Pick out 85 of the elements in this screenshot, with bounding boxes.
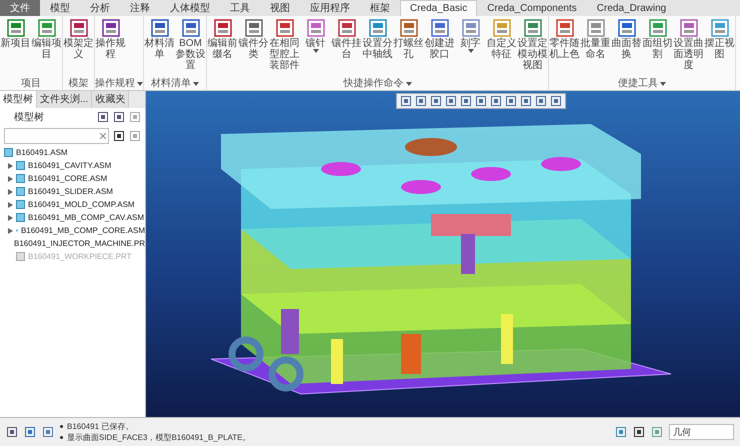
ribbon-tab[interactable]: 工具 <box>220 0 260 16</box>
caret-icon <box>406 82 412 86</box>
ribbon-tool[interactable]: 在相同型腔上装部件 <box>269 18 300 78</box>
search-field[interactable] <box>4 128 109 144</box>
ribbon-tool[interactable]: 镶件挂台 <box>331 18 362 78</box>
ribbon-tool[interactable]: 刻字 <box>455 18 486 78</box>
group-label[interactable]: 便捷工具 <box>549 78 735 90</box>
ribbon-tool[interactable]: 摆正视图 <box>704 18 735 78</box>
ribbon-tool[interactable]: 批量重命名 <box>580 18 611 78</box>
ribbon-tab[interactable]: Creda_Drawing <box>586 0 676 16</box>
ribbon-tool[interactable]: 打螺丝孔 <box>393 18 424 78</box>
ribbon-tab[interactable]: 应用程序 <box>300 0 360 16</box>
view-tool-icon[interactable] <box>460 95 472 107</box>
ribbon-tool[interactable]: 曲面替换 <box>611 18 642 78</box>
tree-item[interactable]: B160491.ASM <box>0 146 145 159</box>
expand-arrow-icon[interactable] <box>8 214 13 220</box>
tree-item[interactable]: B160491_INJECTOR_MACHINE.PR <box>0 237 145 250</box>
group-label[interactable]: 快捷操作命令 <box>207 78 548 90</box>
view-tool-icon[interactable] <box>550 95 562 107</box>
ribbon-tab[interactable]: Creda_Components <box>477 0 587 16</box>
ribbon-tool[interactable]: 操作规程 <box>95 18 126 78</box>
ribbon-tool[interactable]: 镶针 <box>300 18 331 78</box>
ribbon-tool[interactable]: 编辑前缀名 <box>207 18 238 78</box>
panel-tab[interactable]: 文件夹浏... <box>37 91 92 108</box>
view-tool-icon[interactable] <box>490 95 502 107</box>
ribbon-tab[interactable]: 模型 <box>40 0 80 16</box>
caret-icon <box>137 82 143 86</box>
view-tool-icon[interactable] <box>445 95 457 107</box>
bullet-icon <box>60 436 63 439</box>
panel-tab[interactable]: 收藏夹 <box>92 91 130 108</box>
view-tool-icon[interactable] <box>520 95 532 107</box>
expand-arrow-icon[interactable] <box>8 162 13 168</box>
ribbon-tool[interactable]: 创建进胶口 <box>424 18 455 78</box>
expand-arrow-icon[interactable] <box>8 176 13 182</box>
selection-filter-field[interactable]: 几何 <box>669 424 734 440</box>
group-label[interactable]: 操作规程 <box>95 78 143 90</box>
tree-item[interactable]: B160491_MB_COMP_CAV.ASM <box>0 211 145 224</box>
tree-item[interactable]: B160491_MOLD_COMP.ASM <box>0 198 145 211</box>
caret-icon <box>193 82 199 86</box>
view-tool-icon[interactable] <box>475 95 487 107</box>
view-tool-icon[interactable] <box>415 95 427 107</box>
group-label[interactable]: 材料清单 <box>144 78 206 90</box>
3d-viewport[interactable] <box>146 91 740 417</box>
ribbon-tab[interactable]: 分析 <box>80 0 120 16</box>
tree-title: 模型树 <box>13 110 45 124</box>
view-tool-icon[interactable] <box>430 95 442 107</box>
ribbon-tab[interactable]: 框架 <box>360 0 400 16</box>
ribbon-tab[interactable]: 人体模型 <box>160 0 220 16</box>
ribbon-tool[interactable]: 面组切割 <box>642 18 673 78</box>
tree-item[interactable]: B160491_MB_COMP_CORE.ASM <box>0 224 145 237</box>
ribbon-tool[interactable]: 设置定模动模视图 <box>517 18 548 78</box>
ribbon-tool[interactable]: BOM参数设置 <box>175 18 206 78</box>
ribbon-tool[interactable]: 新项目 <box>0 18 31 78</box>
bullet-icon <box>60 425 63 428</box>
ribbon-tool[interactable]: 模架定义 <box>63 18 94 78</box>
group-label: 模架 <box>68 78 90 90</box>
part-icon <box>16 252 25 261</box>
tree-item[interactable]: B160491_SLIDER.ASM <box>0 185 145 198</box>
ribbon-tab[interactable]: 文件 <box>0 0 40 16</box>
expand-arrow-icon[interactable] <box>8 202 13 208</box>
tree-item[interactable]: B160491_CORE.ASM <box>0 172 145 185</box>
ribbon-tool[interactable]: 设置分中轴线 <box>362 18 393 78</box>
ribbon-tab[interactable]: 注释 <box>120 0 160 16</box>
ribbon-tool[interactable]: 镶件分类 <box>238 18 269 78</box>
tree-item[interactable]: B160491_CAVITY.ASM <box>0 159 145 172</box>
view-tool-icon[interactable] <box>505 95 517 107</box>
ribbon-tab[interactable]: Creda_Basic <box>400 0 478 16</box>
group-label: 项目 <box>20 78 42 90</box>
view-tool-icon[interactable] <box>400 95 412 107</box>
ribbon-tool[interactable]: 编辑项目 <box>31 18 62 78</box>
caret-icon <box>660 82 666 86</box>
ribbon-tool[interactable]: 设置曲面透明度 <box>673 18 704 78</box>
caret-icon <box>468 49 474 53</box>
caret-icon <box>312 49 318 53</box>
ribbon-tool[interactable]: 自定义特征 <box>486 18 517 78</box>
clear-icon[interactable] <box>100 133 106 139</box>
ribbon-tab[interactable]: 视图 <box>260 0 300 16</box>
view-tool-icon[interactable] <box>535 95 547 107</box>
status-message: 显示曲面SIDE_FACE3，模型B160491_B_PLATE。 <box>67 432 250 443</box>
expand-arrow-icon[interactable] <box>8 228 13 234</box>
panel-tab[interactable]: 模型树 <box>0 91 37 108</box>
ribbon-tool[interactable]: 零件随机上色 <box>549 18 580 78</box>
ribbon-tool[interactable]: 材料清单 <box>144 18 175 78</box>
status-message: B160491 已保存。 <box>67 421 134 432</box>
expand-arrow-icon[interactable] <box>8 188 13 194</box>
